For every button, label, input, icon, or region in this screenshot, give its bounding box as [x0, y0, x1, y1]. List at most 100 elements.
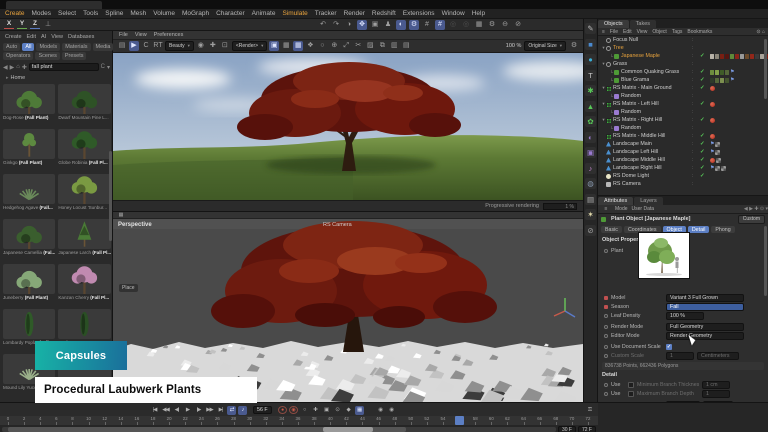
- snap-icon[interactable]: ◐: [396, 20, 406, 30]
- flag-tag-icon[interactable]: ⚑: [730, 78, 734, 83]
- asset-tab-operators[interactable]: Operators: [3, 52, 33, 60]
- lock-icon[interactable]: ▣: [269, 41, 279, 51]
- field-icon[interactable]: ◐: [585, 132, 596, 143]
- asset-menu-view[interactable]: View: [51, 34, 63, 40]
- state-a-icon[interactable]: ⊖: [500, 20, 510, 30]
- menu-spline[interactable]: Spline: [105, 10, 123, 17]
- copy-icon[interactable]: ⧉: [377, 41, 387, 51]
- tab-objects[interactable]: Objects: [598, 20, 629, 28]
- material-swatch[interactable]: [750, 54, 754, 59]
- enabled-check-icon[interactable]: ✓: [700, 86, 705, 91]
- texture-tag-icon[interactable]: [715, 142, 720, 147]
- menu-extensions[interactable]: Extensions: [403, 10, 435, 17]
- render-view-icon[interactable]: ▦: [474, 20, 484, 30]
- anim-dot[interactable]: [604, 345, 608, 349]
- object-row-rs-camera[interactable]: RS Camera∶: [598, 180, 768, 188]
- visibility-dots-icon[interactable]: ∶: [692, 181, 693, 187]
- scale-icon[interactable]: ▣: [370, 20, 380, 30]
- asset-item-dog-rose[interactable]: Dog-Rose (Fall Plant): [2, 83, 56, 127]
- om-menu-edit[interactable]: Edit: [623, 29, 632, 35]
- menu-modes[interactable]: Modes: [32, 10, 52, 17]
- model-dropdown[interactable]: Variant 3 Full Grown: [666, 294, 744, 302]
- compare-icon[interactable]: ❖: [305, 41, 315, 51]
- custom-scale-field[interactable]: 1: [666, 352, 694, 360]
- asset-thumbnail[interactable]: [3, 84, 55, 114]
- enabled-check-icon[interactable]: ✓: [700, 70, 705, 75]
- modeling-a-icon[interactable]: ◎: [448, 20, 458, 30]
- object-row-common-quaking-grass[interactable]: └Common Quaking Grass∶✓⚑: [598, 68, 768, 76]
- object-row-random[interactable]: └Random∶: [598, 108, 768, 116]
- rt-icon[interactable]: RT: [153, 41, 163, 51]
- material-swatch[interactable]: [735, 54, 739, 59]
- goto-end-icon[interactable]: ▶|: [216, 406, 225, 415]
- field-force-icon[interactable]: ✱: [585, 85, 596, 96]
- coord-system-icon[interactable]: ⊥: [43, 20, 53, 30]
- use-max-branch-checkbox[interactable]: ✓: [628, 391, 634, 397]
- prop-tab-detail[interactable]: Detail: [688, 226, 710, 233]
- visibility-dots-icon[interactable]: ∶: [692, 37, 693, 43]
- material-swatch[interactable]: [720, 78, 724, 83]
- monitor-icon[interactable]: ▥: [389, 41, 399, 51]
- autokey-icon[interactable]: ◉: [289, 406, 298, 414]
- prev-frame-icon[interactable]: ◀|: [172, 406, 181, 415]
- menu-tools[interactable]: Tools: [83, 10, 98, 17]
- object-row-landscape-left-hill[interactable]: Landscape Left Hill∶✓⚑: [598, 148, 768, 156]
- home-icon[interactable]: ⌂: [16, 64, 20, 70]
- menu-simulate[interactable]: Simulate: [282, 10, 307, 17]
- timeline-ruler[interactable]: 0246810121416182022242628303234363840424…: [0, 416, 598, 425]
- menu-redshift[interactable]: Redshift: [372, 10, 396, 17]
- visibility-dots-icon[interactable]: ∶: [692, 133, 693, 139]
- enabled-check-icon[interactable]: ✓: [700, 142, 705, 147]
- custom-button[interactable]: Custom: [738, 215, 765, 224]
- sound-icon[interactable]: ♪: [238, 406, 247, 415]
- use-min-branch-checkbox[interactable]: ✓: [628, 382, 634, 388]
- forward-icon[interactable]: ▶: [10, 64, 15, 71]
- size-mode-dropdown[interactable]: Original Size▾: [524, 41, 566, 51]
- record-scale-icon[interactable]: ▣: [322, 406, 331, 415]
- snip-icon[interactable]: ✂: [353, 41, 363, 51]
- object-row-landscape-middle-hill[interactable]: Landscape Middle Hill∶✓: [598, 156, 768, 164]
- start-ipr-icon[interactable]: ▶: [129, 41, 139, 51]
- user-data-menu[interactable]: User Data: [632, 206, 655, 212]
- modeling-b-icon[interactable]: ◎: [461, 20, 471, 30]
- object-list-scrollbar[interactable]: [764, 39, 767, 99]
- visibility-dots-icon[interactable]: ∶: [692, 173, 693, 179]
- axis-x-button[interactable]: X: [4, 20, 14, 29]
- anim-dot[interactable]: [604, 249, 608, 253]
- om-search-icon[interactable]: ⊙ ⌂: [756, 29, 768, 35]
- brush-icon[interactable]: ⊘: [585, 225, 596, 236]
- object-row-random[interactable]: └Random∶: [598, 124, 768, 132]
- axis-z-button[interactable]: Z: [30, 20, 40, 29]
- om-menu-bookmarks[interactable]: Bookmarks: [687, 29, 712, 35]
- anim-dot[interactable]: [604, 383, 608, 387]
- enabled-check-icon[interactable]: ✓: [700, 158, 705, 163]
- cloner-icon[interactable]: ▲: [585, 101, 596, 112]
- material-swatch[interactable]: [730, 54, 734, 59]
- enabled-check-icon[interactable]: ✓: [700, 134, 705, 139]
- record-position-icon[interactable]: ✚: [311, 406, 320, 415]
- om-menu-view[interactable]: View: [637, 29, 648, 35]
- material-swatch[interactable]: [720, 70, 724, 75]
- tab-layers[interactable]: Layers: [634, 197, 663, 205]
- crop-icon[interactable]: ⊡: [220, 41, 230, 51]
- subdivision-surface-icon[interactable]: ●: [585, 54, 596, 65]
- ring-b-icon[interactable]: ◉: [387, 406, 396, 415]
- enabled-check-icon[interactable]: ✓: [700, 118, 705, 123]
- next-key-icon[interactable]: ▶▶: [205, 406, 214, 415]
- snap-settings-icon[interactable]: ⚙: [409, 20, 419, 30]
- quantize-icon[interactable]: #: [435, 20, 445, 30]
- asset-tab-all[interactable]: All: [22, 43, 34, 51]
- asset-item-dwarf-mountain-pine-l-[interactable]: Dwarf Mountain Pine L...: [57, 83, 111, 127]
- asset-search-input[interactable]: fall plant: [29, 63, 99, 71]
- spline-pen-icon[interactable]: ✎: [585, 23, 596, 34]
- material-swatch[interactable]: [725, 54, 729, 59]
- texture-tag-icon[interactable]: [716, 158, 721, 163]
- document-tab[interactable]: [6, 1, 102, 9]
- asset-scrollbar[interactable]: [109, 151, 112, 241]
- viewport-label[interactable]: Perspective: [118, 222, 152, 228]
- range-mid-field[interactable]: 30 F: [558, 426, 576, 432]
- hamburger-icon[interactable]: ≡: [601, 204, 611, 214]
- anim-dot[interactable]: [604, 392, 608, 396]
- beauty-dropdown[interactable]: Beauty▾: [165, 41, 194, 51]
- object-row-landscape-main[interactable]: Landscape Main∶✓⚑: [598, 140, 768, 148]
